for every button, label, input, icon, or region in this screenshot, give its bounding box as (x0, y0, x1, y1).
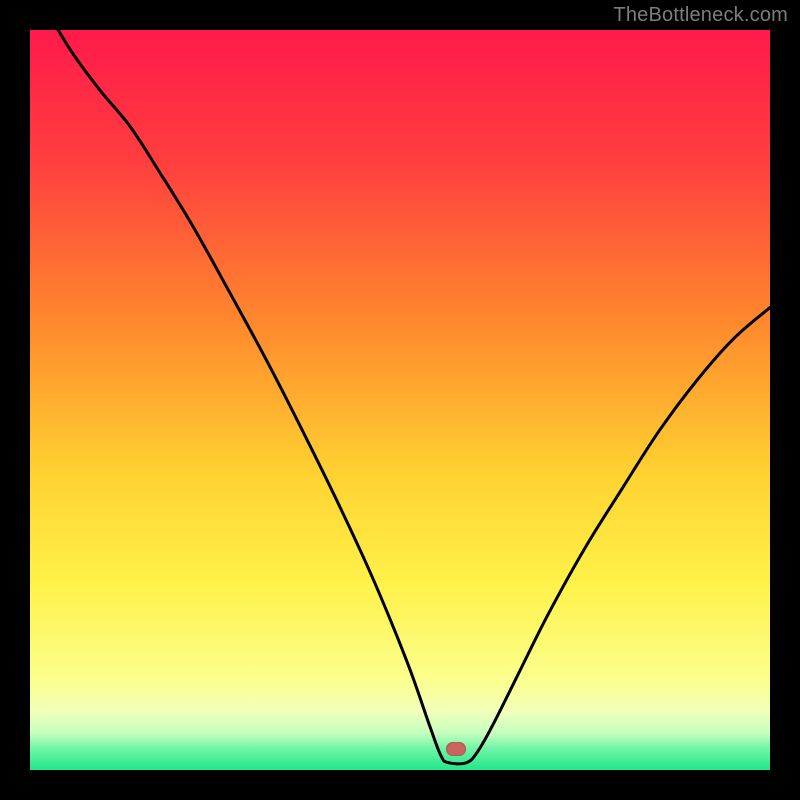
outer-frame: TheBottleneck.com (0, 0, 800, 800)
optimal-marker (446, 742, 466, 756)
plot-area (30, 30, 770, 770)
watermark-text: TheBottleneck.com (613, 4, 788, 27)
bottleneck-curve (30, 30, 770, 770)
